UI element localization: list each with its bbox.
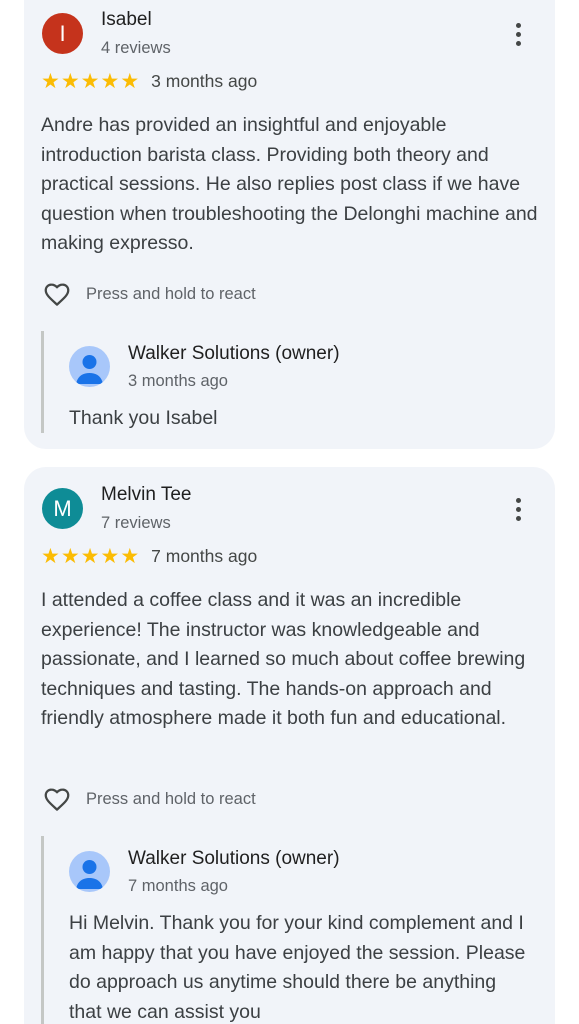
react-label: Press and hold to react [86,789,256,808]
reviewer-avatar[interactable]: M [42,488,83,529]
star-icon: ★ [120,70,140,93]
star-icon: ★ [41,70,60,93]
reviewer-review-count: 7 reviews [101,514,171,532]
star-icon: ★ [80,545,100,568]
reply-text: Thank you Isabel [69,407,218,429]
reviewer-avatar[interactable]: I [42,13,83,54]
star-icon: ★ [120,545,140,568]
rating-row: ★ ★ ★ ★ ★ 7 months ago [41,546,257,567]
reviews-list: I Isabel 4 reviews ★ ★ ★ ★ ★ 3 months ag… [0,0,579,1024]
reply-text: Hi Melvin. Thank you for your kind compl… [69,912,526,1023]
react-label: Press and hold to react [86,284,256,303]
owner-reply: Walker Solutions (owner) 3 months ago Th… [41,331,536,433]
reviewer-review-count: 4 reviews [101,39,171,57]
reply-date: 7 months ago [128,877,228,895]
rating-row: ★ ★ ★ ★ ★ 3 months ago [41,71,257,92]
heart-outline-icon [44,283,70,306]
more-options-icon[interactable] [507,494,529,524]
reviewer-name[interactable]: Melvin Tee [101,484,191,506]
owner-name: Walker Solutions (owner) [128,848,340,869]
react-button[interactable]: Press and hold to react [41,279,256,309]
owner-avatar [69,346,110,387]
owner-name: Walker Solutions (owner) [128,343,340,364]
star-icon: ★ [80,70,100,93]
person-icon [76,860,103,889]
review-text: I attended a coffee class and it was an … [41,589,526,730]
star-rating: ★ ★ ★ ★ ★ [41,71,139,92]
more-options-icon[interactable] [507,19,529,49]
reviewer-name[interactable]: Isabel [101,9,152,31]
heart-outline-icon [44,788,70,811]
review-date: 7 months ago [151,546,258,566]
star-icon: ★ [41,545,60,568]
star-rating: ★ ★ ★ ★ ★ [41,546,139,567]
review-card: M Melvin Tee 7 reviews ★ ★ ★ ★ ★ 7 month… [24,467,555,1024]
owner-reply: Walker Solutions (owner) 7 months ago Hi… [41,836,536,1024]
star-icon: ★ [60,545,80,568]
star-icon: ★ [60,70,80,93]
star-icon: ★ [100,545,120,568]
star-icon: ★ [100,70,120,93]
review-card: I Isabel 4 reviews ★ ★ ★ ★ ★ 3 months ag… [24,0,555,449]
react-button[interactable]: Press and hold to react [41,784,256,814]
review-date: 3 months ago [151,71,258,91]
person-icon [76,355,103,384]
reply-date: 3 months ago [128,372,228,390]
review-text: Andre has provided an insightful and enj… [41,114,538,255]
owner-avatar [69,851,110,892]
